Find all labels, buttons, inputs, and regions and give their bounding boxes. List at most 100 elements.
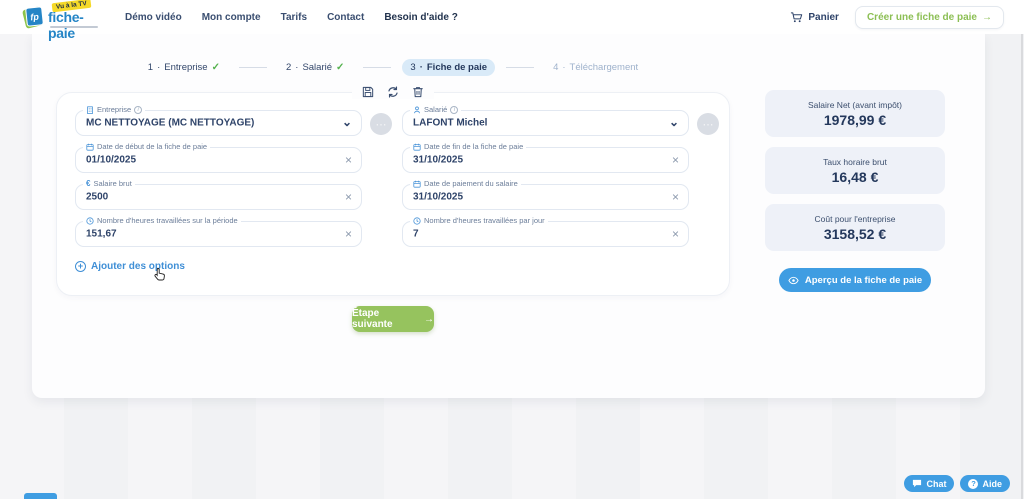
entreprise-more-button[interactable]: ⋯ bbox=[370, 113, 392, 135]
salaire-brut-field[interactable]: € Salaire brut 2500 × bbox=[75, 184, 362, 210]
salarie-value[interactable]: LAFONT Michel bbox=[413, 118, 487, 129]
person-icon bbox=[413, 106, 421, 114]
clear-icon[interactable]: × bbox=[672, 228, 679, 240]
hourly-rate-card: Taux horaire brut 16,48 € bbox=[765, 147, 945, 194]
step-number: 3 bbox=[410, 62, 415, 73]
chat-button[interactable]: Chat bbox=[904, 475, 954, 492]
nav-mon-compte[interactable]: Mon compte bbox=[202, 12, 261, 23]
field-label: Date de paiement du salaire bbox=[410, 179, 521, 188]
eye-icon bbox=[788, 276, 799, 285]
clear-icon[interactable]: × bbox=[672, 154, 679, 166]
heures-jour-value[interactable]: 7 bbox=[413, 229, 419, 240]
summary-panel: Salaire Net (avant impôt) 1978,99 € Taux… bbox=[765, 90, 945, 292]
scrollbar-track[interactable] bbox=[1021, 0, 1023, 499]
info-icon[interactable]: i bbox=[450, 106, 458, 114]
step-label: Entreprise bbox=[164, 62, 207, 73]
nav-contact[interactable]: Contact bbox=[327, 12, 364, 23]
next-step-label: Étape suivante bbox=[352, 308, 419, 330]
employer-cost-label: Coût pour l'entreprise bbox=[815, 214, 896, 224]
employer-cost-card: Coût pour l'entreprise 3158,52 € bbox=[765, 204, 945, 251]
entreprise-value[interactable]: MC NETTOYAGE (MC NETTOYAGE) bbox=[86, 118, 254, 129]
preview-payslip-label: Aperçu de la fiche de paie bbox=[805, 275, 922, 286]
field-label-text: Date de fin de la fiche de paie bbox=[424, 142, 523, 151]
heures-periode-field[interactable]: Nombre d'heures travaillées sur la pério… bbox=[75, 221, 362, 247]
net-salary-value: 1978,99 € bbox=[824, 112, 886, 128]
heures-jour-field[interactable]: Nombre d'heures travaillées par jour 7 × bbox=[402, 221, 689, 247]
create-payslip-button[interactable]: Créer une fiche de paie → bbox=[855, 6, 1004, 29]
field-label: Nombre d'heures travaillées par jour bbox=[410, 216, 548, 225]
date-fin-value[interactable]: 31/10/2025 bbox=[413, 155, 463, 166]
step-separator bbox=[363, 67, 391, 68]
heures-periode-value[interactable]: 151,67 bbox=[86, 229, 117, 240]
step-label: Salarié bbox=[302, 62, 332, 73]
step-separator bbox=[239, 67, 267, 68]
salarie-select[interactable]: Salarié i LAFONT Michel ⌄ ⋯ bbox=[402, 110, 689, 136]
step-separator bbox=[506, 67, 534, 68]
field-label: Date de début de la fiche de paie bbox=[83, 142, 210, 151]
date-paiement-field[interactable]: Date de paiement du salaire 31/10/2025 × bbox=[402, 184, 689, 210]
step-entreprise[interactable]: 1 · Entreprise ✓ bbox=[140, 59, 228, 76]
net-salary-card: Salaire Net (avant impôt) 1978,99 € bbox=[765, 90, 945, 137]
header-actions: Panier Créer une fiche de paie → bbox=[790, 0, 1004, 34]
step-dot: · bbox=[420, 62, 423, 73]
form-toolbar bbox=[352, 85, 434, 99]
clear-icon[interactable]: × bbox=[345, 191, 352, 203]
salarie-more-button[interactable]: ⋯ bbox=[697, 113, 719, 135]
salaire-brut-value[interactable]: 2500 bbox=[86, 192, 108, 203]
question-icon: ? bbox=[968, 479, 978, 489]
hourly-rate-label: Taux horaire brut bbox=[823, 157, 887, 167]
step-number: 2 bbox=[286, 62, 291, 73]
step-salarie[interactable]: 2 · Salarié ✓ bbox=[278, 59, 352, 76]
field-label-text: Date de paiement du salaire bbox=[424, 179, 518, 188]
step-fiche-de-paie[interactable]: 3 · Fiche de paie bbox=[402, 59, 495, 76]
date-debut-field[interactable]: Date de début de la fiche de paie 01/10/… bbox=[75, 147, 362, 173]
step-indicator: 1 · Entreprise ✓ 2 · Salarié ✓ 3 · Fiche… bbox=[56, 59, 730, 76]
field-label-text: Date de début de la fiche de paie bbox=[97, 142, 207, 151]
field-label-text: Nombre d'heures travaillées par jour bbox=[424, 216, 545, 225]
nav-demo-video[interactable]: Démo vidéo bbox=[125, 12, 182, 23]
bottom-left-widget-tab[interactable] bbox=[24, 493, 57, 499]
save-icon[interactable] bbox=[361, 85, 375, 99]
trash-icon[interactable] bbox=[411, 85, 425, 99]
next-step-button[interactable]: Étape suivante → bbox=[352, 306, 434, 332]
help-button[interactable]: ? Aide bbox=[960, 475, 1010, 492]
mouse-cursor bbox=[154, 267, 166, 281]
clear-icon[interactable]: × bbox=[672, 191, 679, 203]
chat-bubble-icon bbox=[912, 479, 922, 488]
cart-button[interactable]: Panier bbox=[790, 11, 839, 24]
nav-tarifs[interactable]: Tarifs bbox=[281, 12, 308, 23]
chevron-down-icon[interactable]: ⌄ bbox=[342, 116, 352, 128]
refresh-icon[interactable] bbox=[386, 85, 400, 99]
date-fin-field[interactable]: Date de fin de la fiche de paie 31/10/20… bbox=[402, 147, 689, 173]
field-label-text: Nombre d'heures travaillées sur la pério… bbox=[97, 216, 238, 225]
date-debut-value[interactable]: 01/10/2025 bbox=[86, 155, 136, 166]
arrow-right-icon: → bbox=[982, 12, 992, 23]
field-label: Nombre d'heures travaillées sur la pério… bbox=[83, 216, 241, 225]
step-telechargement[interactable]: 4 · Téléchargement bbox=[545, 59, 646, 76]
clock-icon bbox=[86, 217, 94, 225]
top-navbar: Vu à la TV fp fiche-paie Démo vidéo Mon … bbox=[0, 0, 1024, 34]
preview-payslip-button[interactable]: Aperçu de la fiche de paie bbox=[779, 268, 931, 292]
help-label: Aide bbox=[982, 479, 1002, 489]
step-number: 1 bbox=[148, 62, 153, 73]
field-label: Date de fin de la fiche de paie bbox=[410, 142, 526, 151]
plus-circle-icon: + bbox=[75, 261, 86, 272]
check-icon: ✓ bbox=[336, 62, 344, 73]
add-options-link[interactable]: + Ajouter des options bbox=[75, 261, 185, 272]
brand-logo[interactable]: Vu à la TV fp fiche-paie bbox=[12, 0, 107, 34]
create-payslip-label: Créer une fiche de paie bbox=[867, 12, 977, 23]
entreprise-select[interactable]: Entreprise i MC NETTOYAGE (MC NETTOYAGE)… bbox=[75, 110, 362, 136]
info-icon[interactable]: i bbox=[134, 106, 142, 114]
form-fields: Entreprise i MC NETTOYAGE (MC NETTOYAGE)… bbox=[75, 110, 689, 247]
chevron-down-icon[interactable]: ⌄ bbox=[669, 116, 679, 128]
arrow-right-icon: → bbox=[424, 314, 434, 325]
clear-icon[interactable]: × bbox=[345, 154, 352, 166]
date-paiement-value[interactable]: 31/10/2025 bbox=[413, 192, 463, 203]
nav-besoin-aide[interactable]: Besoin d'aide ? bbox=[384, 12, 458, 23]
add-options-label: Ajouter des options bbox=[91, 261, 185, 272]
hourly-rate-value: 16,48 € bbox=[832, 169, 879, 185]
logo-mark: fp bbox=[25, 6, 44, 27]
field-label-text: Salarié bbox=[424, 105, 447, 114]
clear-icon[interactable]: × bbox=[345, 228, 352, 240]
calendar-icon bbox=[413, 180, 421, 188]
